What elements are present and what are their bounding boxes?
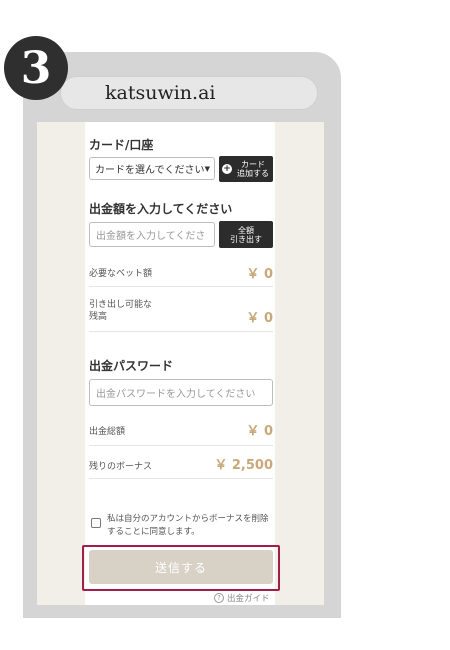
plus-circle-icon: + [222, 164, 232, 174]
guide-label: 出金ガイド [227, 594, 270, 604]
chevron-down-icon: ▼ [204, 164, 210, 173]
required-bet-value: ￥ 0 [246, 267, 273, 282]
amount-section-title: 出金額を入力してください [89, 202, 233, 216]
bonus-label: 残りのボーナス [89, 462, 153, 472]
url-text: katsuwin.ai [105, 82, 216, 104]
total-label: 出金総額 [89, 427, 126, 437]
card-section-title: カード/口座 [89, 138, 154, 152]
add-card-line1: カード [241, 160, 265, 169]
guide-link[interactable]: ? 出金ガイド [214, 592, 270, 604]
withdrawable-label-line1: 引き出し可能な [89, 300, 153, 310]
withdrawable-label: 引き出し可能な 残高 [89, 299, 152, 323]
withdraw-all-line2: 引き出す [230, 234, 262, 244]
withdraw-all-button[interactable]: 全額 引き出す [219, 221, 273, 248]
total-value: ￥ 0 [246, 424, 273, 439]
question-circle-icon: ? [214, 593, 224, 603]
withdrawable-value: ￥ 0 [246, 311, 273, 326]
password-section-title: 出金パスワード [89, 359, 174, 373]
divider [89, 445, 273, 446]
card-select-value: カードを選んでください [95, 165, 205, 176]
agree-checkbox[interactable] [91, 518, 101, 528]
password-input[interactable]: 出金パスワードを入力してください [89, 379, 273, 406]
divider [89, 331, 273, 332]
required-bet-label: 必要なベット額 [89, 269, 153, 279]
withdraw-all-line1: 全額 [238, 225, 254, 235]
card-select[interactable]: カードを選んでください ▼ [89, 157, 215, 180]
url-bar[interactable]: katsuwin.ai [60, 76, 318, 110]
amount-input[interactable]: 出金額を入力してくださ [89, 222, 215, 247]
submit-button[interactable]: 送信する [89, 550, 273, 584]
add-card-button[interactable]: + カード 追加する [219, 156, 273, 182]
bonus-value: ￥ 2,500 [214, 458, 273, 473]
add-card-line2: 追加する [237, 169, 269, 178]
step-number-badge: 3 [4, 36, 68, 100]
agree-text: 私は自分のアカウントからボーナスを削除することに同意します。 [107, 514, 269, 537]
divider [89, 286, 273, 287]
withdrawable-label-line2: 残高 [89, 312, 108, 322]
divider [89, 478, 273, 479]
